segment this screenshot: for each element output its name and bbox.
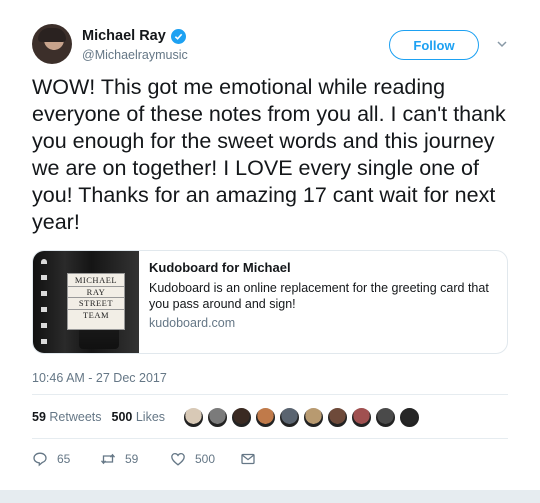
like-button[interactable]: 500 [170,451,240,467]
name-row[interactable]: Michael Ray [82,28,186,44]
liker-avatar[interactable] [327,406,349,428]
message-icon [241,453,255,465]
card-image: MICHAEL RAY STREET TEAM [33,251,139,353]
retweets-stat[interactable]: 59 Retweets [32,410,102,424]
liker-avatar[interactable] [279,406,301,428]
timeline-background [0,490,540,503]
liker-avatar[interactable] [231,406,253,428]
divider [32,394,508,395]
follow-button[interactable]: Follow [389,30,479,60]
liker-avatar[interactable] [399,406,421,428]
timestamp[interactable]: 10:46 AM - 27 Dec 2017 [32,371,167,385]
liker-avatar[interactable] [207,406,229,428]
tweet-detail: Michael Ray @Michaelraymusic Follow WOW!… [0,0,540,490]
avatar[interactable] [32,24,72,64]
card-image-placard: MICHAEL RAY STREET TEAM [67,273,125,330]
like-icon [171,452,185,466]
liker-avatars[interactable] [183,406,423,428]
reply-icon [33,452,47,467]
tweet-actions: 65 59 500 [32,450,256,468]
retweet-button[interactable]: 59 [100,451,170,467]
verified-icon [170,28,186,44]
display-name[interactable]: Michael Ray [82,28,166,44]
reply-button[interactable]: 65 [32,451,100,467]
engagement-stats: 59 Retweets 500 Likes [32,404,423,430]
user-handle[interactable]: @Michaelraymusic [82,48,188,62]
divider [32,438,508,439]
retweet-icon [101,453,115,465]
link-card[interactable]: MICHAEL RAY STREET TEAM Kudoboard for Mi… [32,250,508,354]
liker-avatar[interactable] [255,406,277,428]
card-domain: kudoboard.com [149,316,236,330]
card-title: Kudoboard for Michael [149,260,291,275]
likes-stat[interactable]: 500 Likes [112,410,166,424]
tweet-text: WOW! This got me emotional while reading… [32,75,506,234]
liker-avatar[interactable] [375,406,397,428]
liker-avatar[interactable] [351,406,373,428]
message-button[interactable] [240,451,256,467]
liker-avatar[interactable] [303,406,325,428]
caret-down-icon[interactable] [496,38,508,50]
card-description: Kudoboard is an online replacement for t… [149,281,489,311]
liker-avatar[interactable] [183,406,205,428]
